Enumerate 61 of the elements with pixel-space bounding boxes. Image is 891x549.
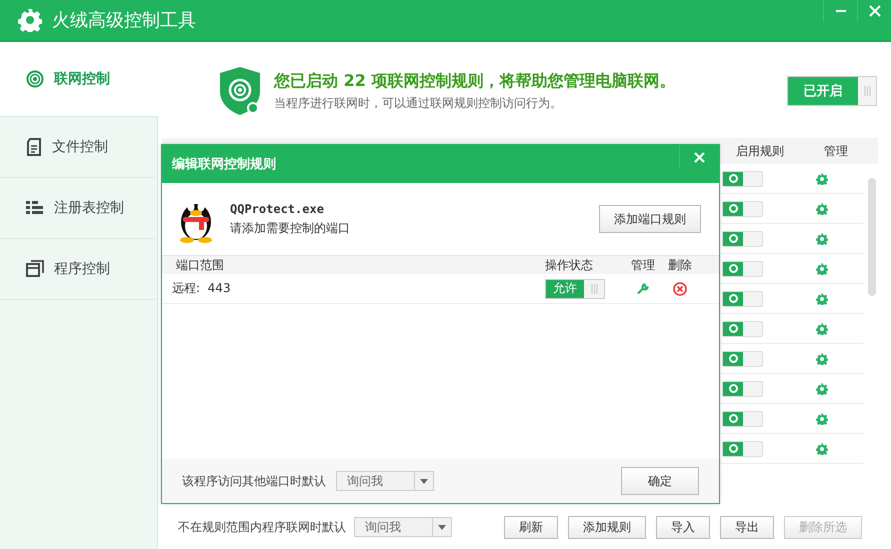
minimize-icon: [836, 10, 846, 12]
column-header: 端口范围: [175, 256, 225, 274]
window-icon: [26, 260, 44, 278]
gear-icon[interactable]: [816, 232, 828, 244]
caret-icon: [420, 478, 428, 484]
sidebar-item[interactable]: 注册表控制: [0, 178, 157, 239]
toggle-switch[interactable]: [722, 170, 763, 186]
grip-icon: [864, 86, 870, 96]
gear-icon[interactable]: [816, 202, 828, 214]
gear-icon[interactable]: [816, 442, 828, 454]
document-icon: [26, 138, 42, 156]
dropdown[interactable]: 询问我: [354, 517, 452, 537]
grip-icon: [590, 284, 598, 294]
add-port-rule-button[interactable]: 添加端口规则: [599, 205, 701, 233]
sidebar-item[interactable]: 文件控制: [0, 117, 157, 178]
toggle-switch[interactable]: [722, 230, 763, 246]
toggle-switch[interactable]: [722, 320, 763, 336]
default-label: 不在规则范围内程序联网时默认: [178, 518, 346, 536]
default-label: 该程序访问其他端口时默认: [182, 472, 326, 490]
dialog-title: 编辑联网控制规则: [172, 156, 276, 173]
column-header: 操作状态: [545, 256, 594, 274]
column-header: 管理: [630, 256, 656, 274]
column-header: 管理: [823, 142, 849, 160]
toggle-switch[interactable]: [722, 260, 763, 276]
toggle-switch[interactable]: [722, 350, 763, 366]
action-button[interactable]: 刷新: [504, 516, 558, 538]
list-icon: [26, 200, 44, 216]
column-header: 启用规则: [735, 142, 785, 160]
wrench-icon[interactable]: [637, 282, 649, 294]
table-cell-text: 远程: 443: [171, 280, 232, 297]
hint-text: 请添加需要控制的端口: [230, 220, 351, 236]
dropdown[interactable]: 询问我: [336, 471, 434, 491]
ok-button[interactable]: 确定: [621, 467, 699, 495]
gear-icon[interactable]: [816, 172, 828, 184]
toggle-switch[interactable]: [722, 290, 763, 306]
program-name: QQProtect.exe: [230, 202, 325, 216]
window-title: 火绒高级控制工具: [52, 9, 196, 32]
delete-icon[interactable]: [673, 282, 687, 296]
toggle-switch[interactable]: [722, 380, 763, 396]
close-icon: [694, 152, 705, 162]
headline: 您已启动 22 项联网控制规则，将帮助您管理电脑联网。: [274, 70, 676, 92]
gear-icon[interactable]: [816, 352, 828, 364]
gear-icon[interactable]: [816, 322, 828, 334]
gear-icon[interactable]: [816, 382, 828, 394]
close-icon: [868, 5, 880, 17]
action-button[interactable]: 导入: [656, 516, 710, 538]
caret-icon: [438, 524, 446, 530]
subtitle: 当程序进行联网时，可以通过联网规则控制访问行为。: [274, 94, 563, 112]
toggle-switch[interactable]: [722, 200, 763, 216]
toggle-switch[interactable]: [722, 440, 763, 456]
gear-icon[interactable]: [816, 412, 828, 424]
toggle-switch[interactable]: [722, 410, 763, 426]
action-button[interactable]: 导出: [720, 516, 774, 538]
sidebar-item[interactable]: 程序控制: [0, 239, 157, 300]
action-button[interactable]: 添加规则: [568, 516, 646, 538]
shield-icon: [218, 65, 262, 117]
gear-icon[interactable]: [816, 292, 828, 304]
gear-icon: [18, 8, 42, 32]
target-icon: [26, 70, 44, 88]
gear-icon[interactable]: [816, 262, 828, 274]
column-header: 删除: [667, 256, 693, 274]
